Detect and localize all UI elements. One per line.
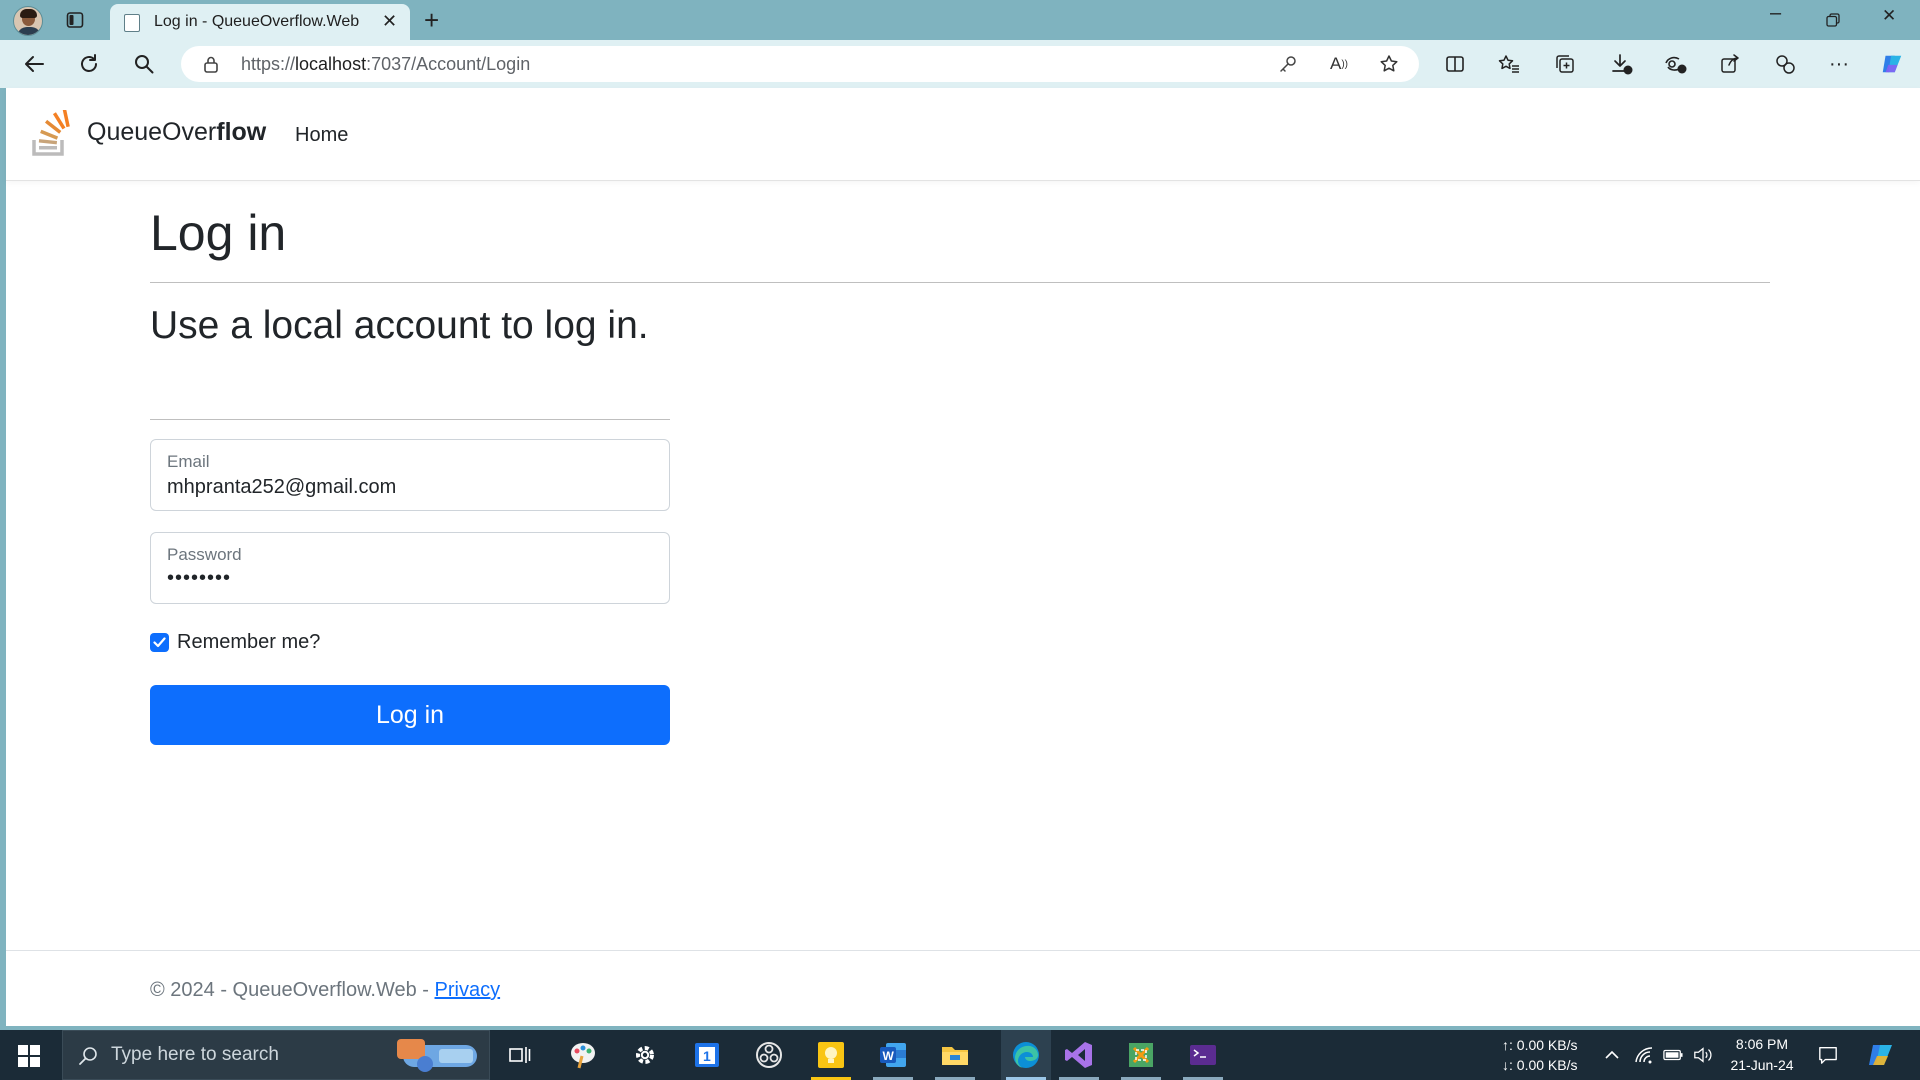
profile-avatar[interactable] — [13, 6, 43, 36]
settings-gear-icon[interactable] — [629, 1039, 661, 1071]
footer-text: © 2024 - QueueOverflow.Web - Privacy — [150, 979, 501, 1001]
svg-text:1: 1 — [703, 1048, 711, 1064]
task-view-icon[interactable] — [504, 1039, 536, 1071]
lock-icon[interactable] — [203, 55, 219, 78]
email-input[interactable] — [167, 476, 647, 499]
copilot-taskbar-icon[interactable] — [1866, 1040, 1896, 1070]
copilot-icon[interactable] — [1880, 52, 1904, 76]
browser-tab-bar: Log in - QueueOverflow.Web ✕ + – ✕ — [0, 0, 1920, 40]
minimize-icon[interactable]: – — [1770, 2, 1781, 25]
search-icon[interactable] — [132, 52, 156, 76]
favorites-icon[interactable] — [1497, 52, 1521, 76]
brand-name[interactable]: QueueOverflow — [87, 118, 266, 147]
snipping-tool-icon[interactable] — [1125, 1039, 1157, 1071]
site-navbar: QueueOverflow Home — [6, 88, 1920, 181]
search-icon — [77, 1045, 99, 1072]
more-options-icon[interactable]: ··· — [1827, 52, 1851, 76]
downloads-icon[interactable] — [1610, 52, 1634, 76]
password-label: Password — [167, 545, 242, 564]
tab-actions-icon[interactable] — [64, 9, 86, 31]
svg-text:W: W — [883, 1049, 895, 1063]
visual-studio-icon[interactable] — [1063, 1039, 1095, 1071]
browser-essentials-icon[interactable] — [1773, 52, 1797, 76]
share-icon[interactable] — [1718, 52, 1742, 76]
read-aloud-icon[interactable]: A)) — [1329, 54, 1349, 74]
address-bar[interactable]: https://localhost:7037/Account/Login A)) — [181, 46, 1419, 82]
wifi-icon[interactable] — [1634, 1045, 1654, 1065]
browser-toolbar: https://localhost:7037/Account/Login A))… — [0, 40, 1920, 88]
sticky-notes-icon[interactable] — [815, 1039, 847, 1071]
footer: © 2024 - QueueOverflow.Web - Privacy — [6, 950, 1920, 1026]
password-key-icon[interactable] — [1278, 54, 1298, 74]
file-explorer-icon[interactable] — [939, 1039, 971, 1071]
battery-icon[interactable] — [1663, 1045, 1683, 1065]
calendar-app-icon[interactable]: 1 — [691, 1039, 723, 1071]
login-subtitle: Use a local account to log in. — [150, 304, 649, 347]
taskbar-search[interactable]: Type here to search — [62, 1030, 490, 1080]
search-placeholder: Type here to search — [111, 1044, 279, 1065]
chevron-up-icon[interactable] — [1602, 1045, 1622, 1065]
search-highlight-image[interactable] — [395, 1037, 485, 1075]
email-label: Email — [167, 452, 210, 471]
privacy-link[interactable]: Privacy — [435, 979, 501, 1001]
split-screen-icon[interactable] — [1443, 52, 1467, 76]
paint-app-icon[interactable] — [567, 1039, 599, 1071]
remember-me[interactable]: Remember me? — [150, 630, 320, 654]
network-speed: ↑: 0.00 KB/s ↓: 0.00 KB/s — [1502, 1037, 1578, 1073]
login-button[interactable]: Log in — [150, 685, 670, 745]
back-icon[interactable] — [22, 52, 46, 76]
collections-icon[interactable] — [1553, 52, 1577, 76]
nav-home-link[interactable]: Home — [295, 124, 348, 147]
windows-start-icon[interactable] — [18, 1045, 40, 1067]
favorite-star-icon[interactable] — [1379, 54, 1399, 74]
system-clock[interactable]: 8:06 PM 21-Jun-24 — [1722, 1034, 1802, 1076]
extensions-icon[interactable] — [1664, 52, 1688, 76]
volume-icon[interactable] — [1693, 1045, 1713, 1065]
divider — [150, 282, 1770, 283]
tab-close-icon[interactable]: ✕ — [382, 11, 397, 32]
terminal-app-icon[interactable] — [1187, 1039, 1219, 1071]
tab-title: Log in - QueueOverflow.Web — [154, 13, 360, 30]
windows-taskbar: Type here to search 1 W ↑: 0.00 KB/s ↓: … — [0, 1030, 1920, 1080]
word-app-icon[interactable]: W — [877, 1039, 909, 1071]
page-favicon-icon — [124, 14, 140, 32]
notifications-icon[interactable] — [1818, 1045, 1838, 1065]
obs-studio-icon[interactable] — [753, 1039, 785, 1071]
stackoverflow-logo-icon[interactable] — [30, 108, 72, 158]
url-text: https://localhost:7037/Account/Login — [241, 54, 531, 74]
restore-icon[interactable] — [1822, 9, 1844, 31]
page-viewport: QueueOverflow Home Log in Use a local ac… — [6, 88, 1920, 1026]
remember-checkbox[interactable] — [150, 632, 169, 652]
remember-label[interactable]: Remember me? — [177, 631, 320, 654]
new-tab-icon[interactable]: + — [424, 5, 439, 36]
email-field[interactable]: Email — [150, 439, 670, 511]
divider — [150, 419, 670, 420]
page-title: Log in — [150, 205, 287, 261]
refresh-icon[interactable] — [77, 52, 101, 76]
password-input[interactable]: •••••••• — [167, 567, 647, 590]
tab-login[interactable]: Log in - QueueOverflow.Web ✕ — [110, 4, 410, 40]
window-close-icon[interactable]: ✕ — [1882, 6, 1896, 26]
edge-browser-icon[interactable] — [1001, 1030, 1051, 1080]
password-field[interactable]: Password •••••••• — [150, 532, 670, 604]
